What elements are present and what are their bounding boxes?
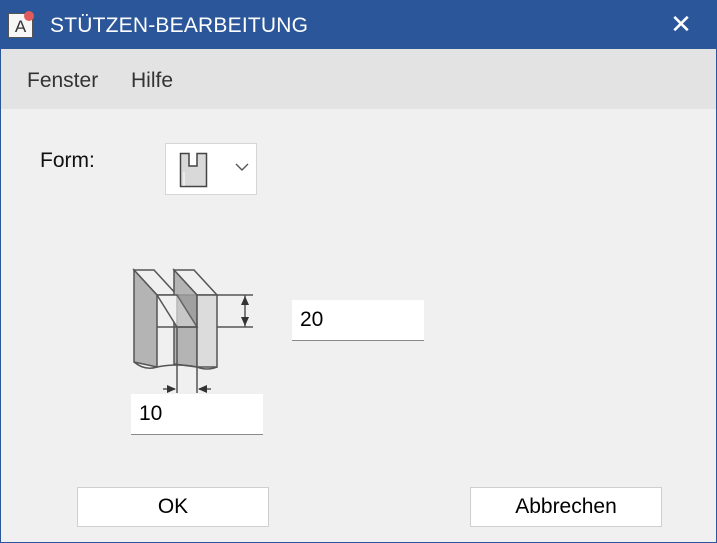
u-slot-shape-icon: [179, 152, 209, 193]
slot-dimension-diagram: [131, 267, 261, 402]
ok-button[interactable]: OK: [77, 487, 269, 527]
window-title: STÜTZEN-BEARBEITUNG: [50, 14, 309, 37]
height-input[interactable]: [292, 300, 424, 341]
app-icon: A: [8, 10, 35, 38]
form-shape-select[interactable]: [165, 143, 257, 195]
menu-bar: Fenster Hilfe: [1, 49, 716, 109]
dialog-content: Form: 20 10 OK Abbrechen: [1, 109, 716, 542]
chevron-down-icon: [234, 160, 250, 179]
width-input[interactable]: [131, 394, 263, 435]
form-label: Form:: [40, 149, 95, 172]
dialog-window: A STÜTZEN-BEARBEITUNG ✕ Fenster Hilfe Fo…: [0, 0, 717, 543]
close-icon[interactable]: ✕: [663, 7, 699, 41]
title-bar[interactable]: A STÜTZEN-BEARBEITUNG ✕: [1, 1, 716, 49]
menu-hilfe[interactable]: Hilfe: [131, 69, 173, 93]
app-icon-letter: A: [15, 17, 27, 36]
cancel-button[interactable]: Abbrechen: [470, 487, 662, 527]
menu-fenster[interactable]: Fenster: [27, 69, 98, 93]
